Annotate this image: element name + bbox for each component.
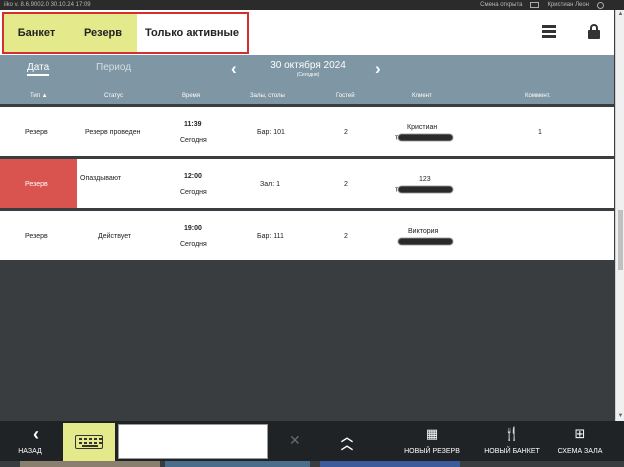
row-type: Резерв [25, 129, 48, 136]
header: Банкет Резерв Только активные [0, 10, 614, 55]
row-phone: т [395, 186, 454, 193]
new-reserve-label: НОВЫЙ РЕЗЕРВ [404, 448, 460, 455]
row-guests: 2 [344, 129, 348, 136]
new-banquet-label: НОВЫЙ БАНКЕТ [484, 448, 540, 455]
chevron-left-icon[interactable]: ‹ [231, 60, 237, 77]
current-date: 30 октября 2024 [270, 60, 346, 71]
bottom-toolbar: ‹ НАЗАД ✕ ︿ ︿ ▦ НОВЫЙ РЕЗЕРВ 🍴 НОВЫЙ БАНК… [0, 421, 624, 461]
row-guests: 2 [344, 181, 348, 188]
hall-scheme-button[interactable]: ⊞ СХЕМА ЗАЛА [548, 421, 612, 461]
chevron-right-icon[interactable]: › [375, 60, 381, 77]
column-type[interactable]: Тип ▲ [30, 93, 48, 99]
filter-tabs: Банкет Резерв Только активные [2, 12, 249, 54]
tab-only-active[interactable]: Только активные [137, 14, 247, 52]
tab-reserve[interactable]: Резерв [69, 14, 137, 52]
row-time: 12:00 [184, 173, 202, 180]
user-icon[interactable] [597, 1, 604, 9]
column-status[interactable]: Статус [104, 93, 123, 99]
row-day: Сегодня [180, 189, 207, 196]
table-row[interactable]: Резерв Опаздывают 12:00 Сегодня Зал: 1 2… [0, 156, 614, 208]
row-status: Резерв проведен [85, 129, 141, 136]
tab-banquet[interactable]: Банкет [4, 14, 69, 52]
row-status: Действует [98, 233, 132, 240]
column-time[interactable]: Время [182, 93, 200, 99]
row-time: 19:00 [184, 225, 202, 232]
new-reserve-button[interactable]: ▦ НОВЫЙ РЕЗЕРВ [392, 421, 472, 461]
table-header: Тип ▲ Статус Время Залы, столы Гостей Кл… [0, 88, 614, 104]
row-halls: Зал: 1 [260, 181, 280, 188]
row-guests: 2 [344, 233, 348, 240]
column-guests[interactable]: Гостей [336, 93, 355, 99]
tab-date[interactable]: Дата [27, 62, 50, 76]
shift-status: Смена открыта [480, 2, 523, 8]
scroll-up-icon[interactable]: ▲ [617, 11, 624, 18]
row-type: Резерв [25, 233, 48, 240]
double-chevron-up-icon[interactable]: ︿ ︿ [341, 431, 353, 451]
row-time: 11:39 [184, 121, 202, 128]
calendar-clock-icon: ▦ [425, 426, 439, 441]
column-client[interactable]: Клиент [412, 93, 432, 99]
redacted-phone [398, 238, 453, 245]
row-comment: 1 [538, 129, 542, 136]
back-label: НАЗАД [18, 448, 42, 455]
current-date-sub: (Сегодня) [296, 72, 320, 78]
app-version: iiko v. 8.6.9002.0 30.10.24 17:09 [4, 2, 91, 8]
back-button[interactable]: ‹ НАЗАД [10, 421, 54, 461]
lock-icon[interactable] [588, 24, 600, 40]
menu-icon[interactable] [542, 25, 556, 39]
row-type: Резерв [25, 181, 48, 188]
system-bar: iiko v. 8.6.9002.0 30.10.24 17:09 Смена … [0, 0, 624, 10]
row-halls: Бар: 111 [257, 233, 284, 240]
new-banquet-button[interactable]: 🍴 НОВЫЙ БАНКЕТ [472, 421, 552, 461]
row-client: Кристиан [407, 124, 438, 131]
search-input[interactable] [118, 424, 268, 459]
date-navigation: Дата Период ‹ 30 октября 2024 (Сегодня) … [0, 55, 614, 88]
row-day: Сегодня [180, 241, 207, 248]
row-halls: Бар: 101 [257, 129, 285, 136]
scroll-down-icon[interactable]: ▼ [617, 413, 624, 420]
scroll-thumb[interactable] [618, 210, 623, 270]
vertical-scrollbar[interactable]: ▲ ▼ [615, 10, 624, 421]
arrow-left-icon: ‹ [33, 424, 39, 444]
keyboard-icon [75, 435, 103, 449]
table-row[interactable]: Резерв Действует 19:00 Сегодня Бар: 111 … [0, 208, 614, 260]
taskbar-strip [0, 461, 624, 467]
envelope-icon[interactable] [530, 2, 540, 8]
hall-scheme-label: СХЕМА ЗАЛА [557, 448, 603, 455]
row-status: Опаздывают [80, 175, 122, 182]
column-comment[interactable]: Коммент. [525, 93, 550, 99]
grid-icon: ⊞ [574, 426, 586, 441]
row-client: Виктория [408, 228, 439, 235]
cutlery-plate-icon: 🍴 [503, 426, 521, 441]
row-client: 123 [419, 176, 431, 183]
user-name: Кристиан Леон [547, 2, 589, 8]
row-phone [398, 238, 453, 245]
column-halls[interactable]: Залы, столы [250, 93, 285, 99]
tab-period[interactable]: Период [96, 62, 131, 73]
redacted-phone [398, 134, 454, 141]
table-row[interactable]: Резерв Резерв проведен 11:39 Сегодня Бар… [0, 104, 614, 156]
clear-icon[interactable]: ✕ [289, 433, 301, 447]
keyboard-button[interactable] [63, 423, 115, 461]
redacted-phone [398, 186, 454, 193]
row-phone: т [395, 134, 454, 141]
row-day: Сегодня [180, 137, 207, 144]
